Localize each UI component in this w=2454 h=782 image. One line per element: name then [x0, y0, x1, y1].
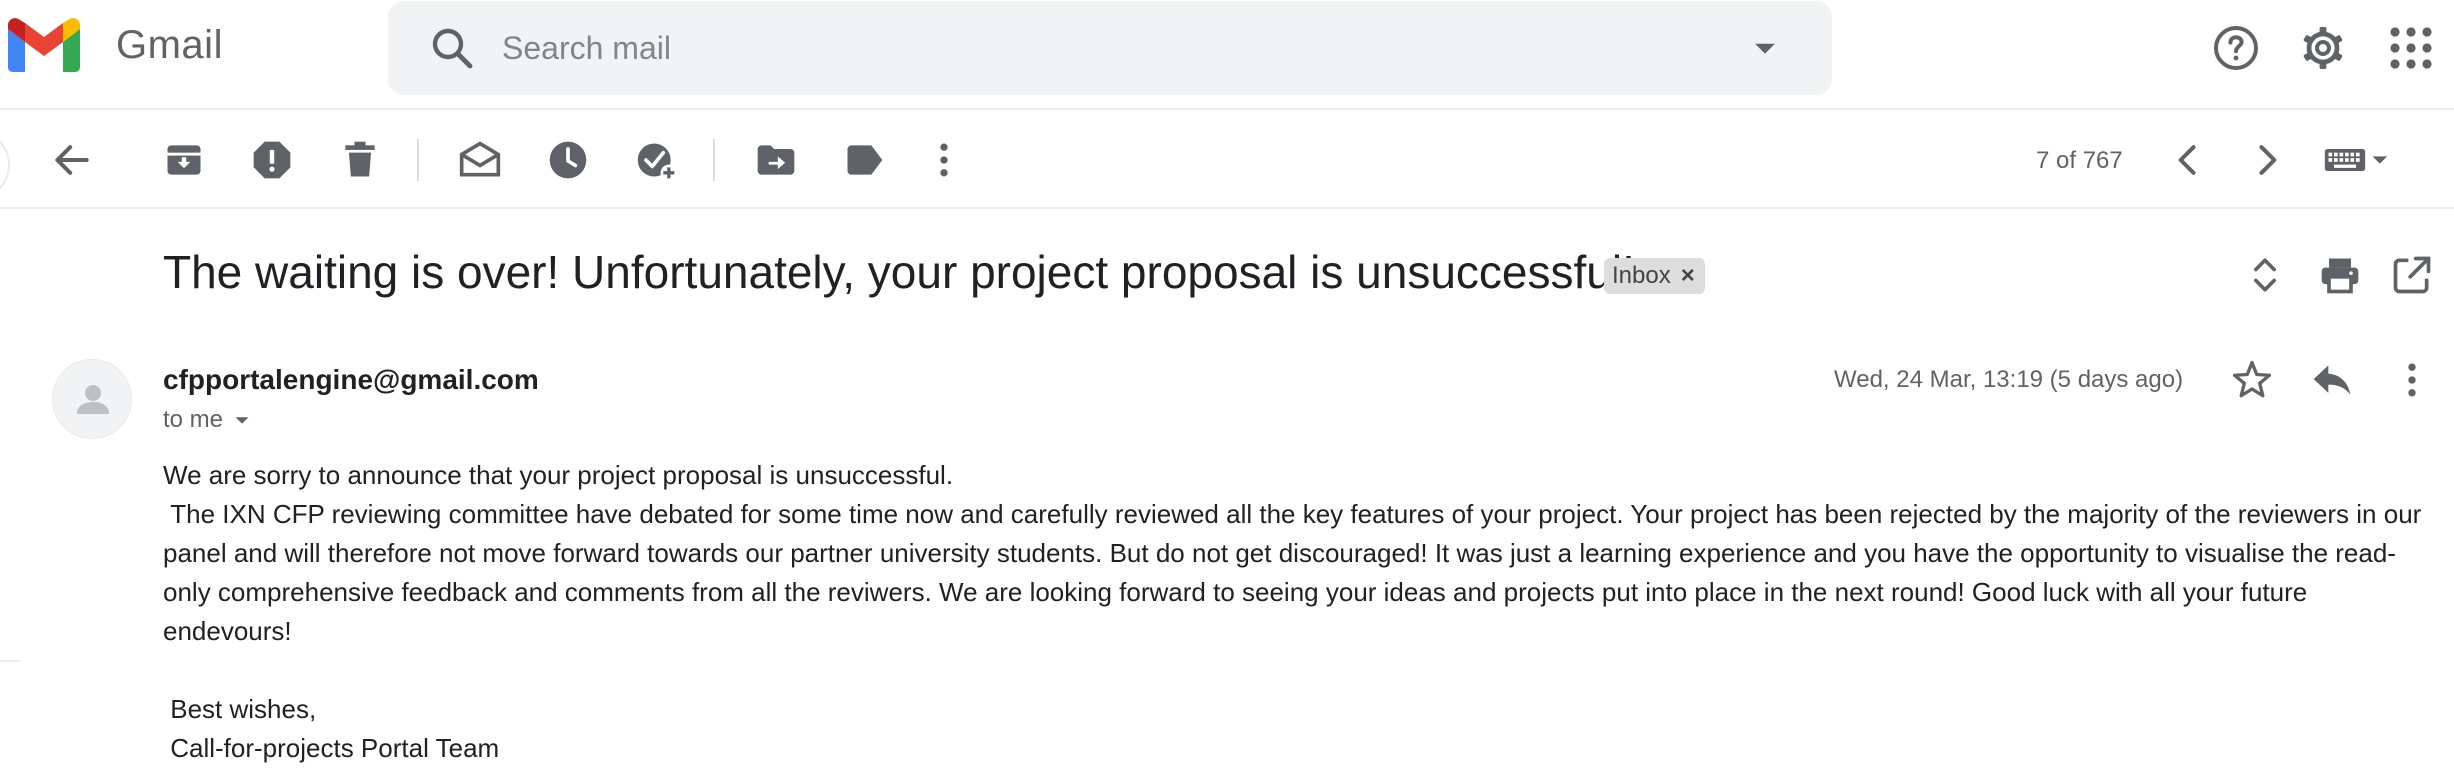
- older-chevron-right-icon[interactable]: [2245, 138, 2289, 182]
- help-icon[interactable]: [2212, 24, 2260, 72]
- move-to-icon[interactable]: [754, 138, 798, 182]
- keyboard-icon[interactable]: [2322, 138, 2390, 182]
- message-date: Wed, 24 Mar, 13:19 (5 days ago): [1834, 366, 2184, 393]
- chevron-down-icon: [235, 417, 249, 424]
- message-toolbar: 7 of 767: [0, 111, 2454, 209]
- body-intro: We are sorry to announce that your proje…: [163, 460, 954, 490]
- toolbar-divider: [713, 139, 715, 181]
- toolbar-divider: [417, 139, 419, 181]
- search-input[interactable]: [500, 21, 1600, 75]
- email-subject: The waiting is over! Unfortunately, your…: [163, 246, 1635, 298]
- recipient-details-toggle[interactable]: to me: [163, 406, 253, 434]
- print-icon[interactable]: [2318, 253, 2362, 297]
- delete-icon[interactable]: [338, 138, 382, 182]
- expand-all-icon[interactable]: [2243, 253, 2287, 297]
- gmail-logo-icon: [8, 18, 80, 72]
- settings-icon[interactable]: [2299, 24, 2347, 72]
- mark-unread-icon[interactable]: [458, 138, 502, 182]
- inbox-label-chip[interactable]: Inbox ×: [1604, 258, 1705, 294]
- sender-email[interactable]: cfpportalengine@gmail.com: [163, 364, 539, 396]
- label-name: Inbox: [1612, 262, 1671, 289]
- body-signature: Call-for-projects Portal Team: [163, 733, 500, 763]
- divider: [0, 660, 20, 662]
- sender-avatar[interactable]: [52, 359, 132, 439]
- snooze-icon[interactable]: [546, 138, 590, 182]
- person-placeholder-icon: [77, 385, 109, 414]
- newer-chevron-left-icon[interactable]: [2166, 138, 2210, 182]
- reply-icon[interactable]: [2310, 358, 2354, 402]
- gmail-logo[interactable]: Gmail: [8, 18, 223, 72]
- apps-grid-icon[interactable]: [2387, 24, 2435, 72]
- labels-icon[interactable]: [842, 138, 886, 182]
- report-spam-icon[interactable]: [250, 138, 294, 182]
- search-icon[interactable]: [428, 24, 476, 72]
- body-paragraph: The IXN CFP reviewing committee have deb…: [163, 499, 2422, 646]
- pager-count: 7 of 767: [2036, 147, 2123, 174]
- star-icon[interactable]: [2230, 358, 2274, 402]
- search-options-icon[interactable]: [1748, 31, 1782, 65]
- more-vertical-icon[interactable]: [922, 138, 966, 182]
- open-new-window-icon[interactable]: [2390, 253, 2434, 297]
- top-bar: Gmail: [0, 0, 2454, 110]
- email-body: We are sorry to announce that your proje…: [163, 456, 2433, 768]
- more-vertical-icon[interactable]: [2390, 358, 2434, 402]
- add-to-tasks-icon[interactable]: [634, 138, 678, 182]
- remove-label-icon[interactable]: ×: [1681, 262, 1695, 290]
- recipient-label: to me: [163, 406, 224, 433]
- body-closing: Best wishes,: [163, 694, 317, 724]
- archive-icon[interactable]: [162, 138, 206, 182]
- app-name: Gmail: [116, 22, 223, 67]
- search-bar[interactable]: [388, 1, 1832, 95]
- back-arrow-icon[interactable]: [50, 138, 94, 182]
